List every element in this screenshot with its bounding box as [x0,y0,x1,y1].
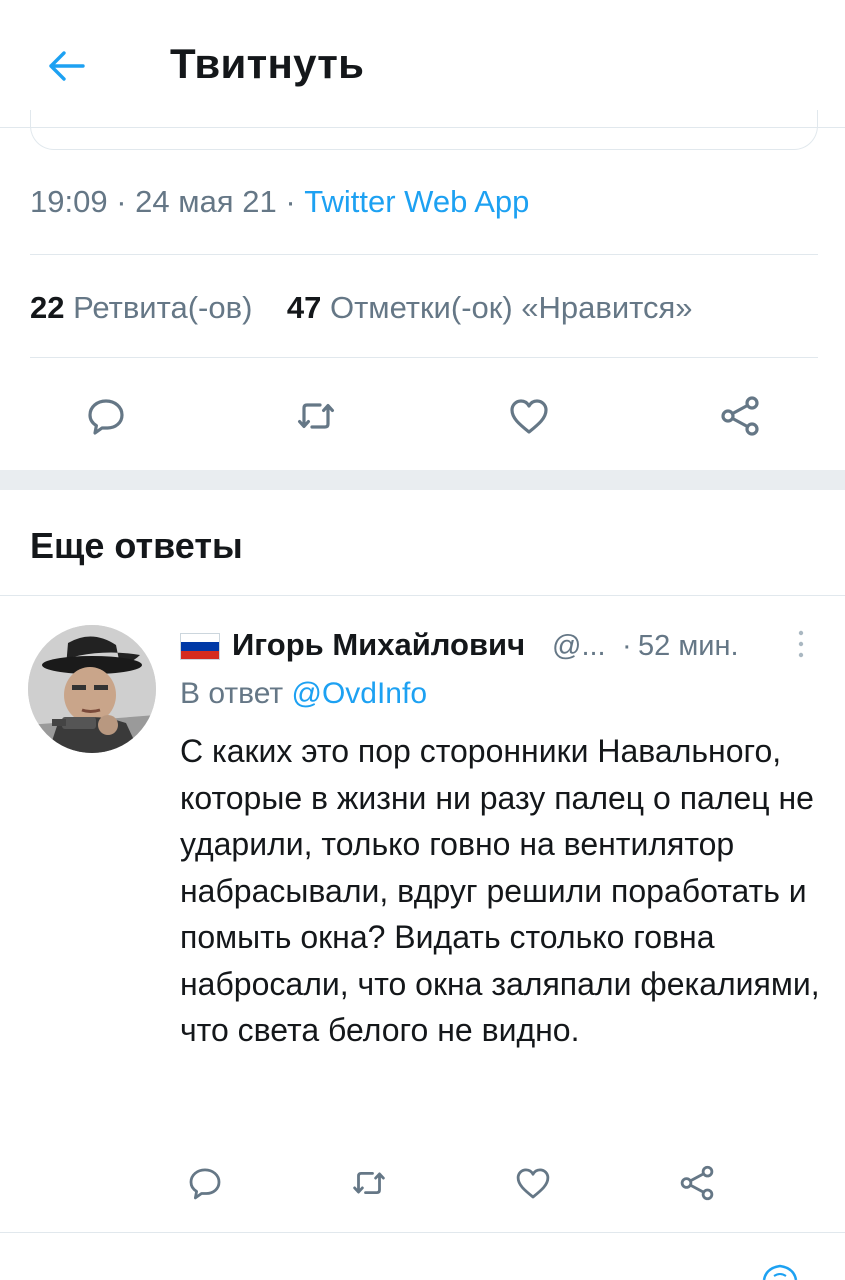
back-button[interactable] [40,42,92,90]
page-title: Твитнуть [170,40,365,87]
tweet-meta: 19:09 · 24 мая 21 · Twitter Web App [30,184,529,220]
likes-label: Отметки(-ок) «Нравится» [329,290,693,325]
tweet-source-link[interactable]: Twitter Web App [304,184,529,219]
reply-time: 52 мин. [638,630,739,662]
embedded-card-edge [30,110,818,150]
divider [30,357,818,358]
retweets-label: Ретвита(-ов) [73,290,253,325]
reply-icon [88,399,124,435]
author-name[interactable]: Игорь Михайлович [232,627,525,663]
reply-retweet-button[interactable] [346,1160,392,1206]
reply-to-link[interactable]: @OvdInfo [291,677,427,710]
retweet-button[interactable] [290,390,342,442]
divider [0,1232,845,1233]
likes-stat[interactable]: 47 Отметки(-ок) «Нравится» [287,290,693,325]
retweet-icon [353,1171,385,1195]
avatar[interactable] [28,625,156,753]
top-bar: Твитнуть [0,0,845,128]
reply-share-button[interactable] [674,1160,720,1206]
section-gap [0,470,845,490]
share-button[interactable] [714,390,766,442]
vertical-dots-icon [798,630,804,658]
reply-prefix: В ответ [180,677,284,710]
more-replies-heading: Еще ответы [30,525,243,566]
reply-context: В ответ @OvdInfo [180,677,427,711]
divider [0,595,845,596]
share-icon [721,396,759,436]
retweets-count: 22 [30,290,65,325]
compose-icon [762,1264,798,1280]
more-options-button[interactable] [788,624,814,664]
reply-text: С каких это пор сторонники Навального, к… [180,733,820,1048]
retweets-stat[interactable]: 22 Ретвита(-ов) [30,290,252,325]
like-icon [510,399,548,434]
meta-separator: · [116,184,127,219]
meta-separator: · [622,630,632,662]
tweet-date: 24 мая 21 [135,184,277,219]
russia-flag-icon [180,633,220,660]
divider [30,254,818,255]
author-handle[interactable]: @... [552,630,606,663]
reply-reply-button[interactable] [182,1160,228,1206]
tweet-stats: 22 Ретвита(-ов) 47 Отметки(-ок) «Нравитс… [30,290,693,326]
like-button[interactable] [503,390,555,442]
reply-button[interactable] [80,390,132,442]
like-icon [516,1168,550,1199]
tweet-time: 19:09 [30,184,108,219]
reply-icon [189,1168,221,1200]
reply-like-button[interactable] [510,1160,556,1206]
retweet-icon [298,403,334,429]
meta-separator: · [285,184,296,219]
likes-count: 47 [286,290,322,325]
arrow-left-icon [49,51,85,81]
user-photo [28,625,156,753]
compose-fab-peek[interactable] [760,1262,800,1280]
share-icon [680,1165,714,1201]
